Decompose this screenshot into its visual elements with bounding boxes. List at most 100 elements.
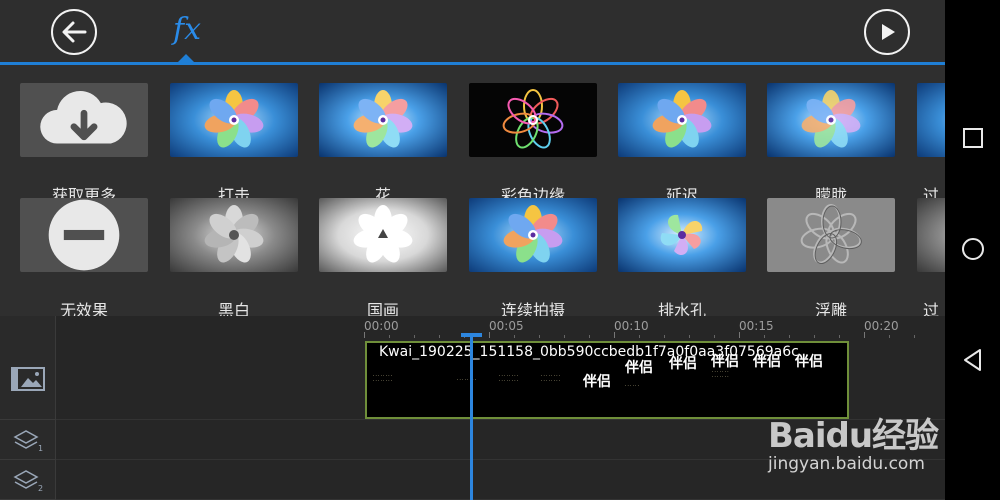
pinwheel-thumbnail [469,198,597,272]
layer-number: 1 [38,444,43,452]
baidu-watermark: Baidu经验 jingyan.baidu.com [768,398,948,488]
ruler-label: 00:10 [614,319,649,333]
no-entry-icon [48,199,120,271]
ruler-label: 00:00 [364,319,399,333]
effect-label: 排水孔 [657,301,706,316]
layer-track-2-header[interactable]: 2 [0,460,56,500]
ruler-tick [489,332,490,338]
ruler-tick [864,332,865,338]
clip-frame-caption: · · · · · · · · [457,377,477,382]
arrow-left-icon [62,21,87,43]
ruler-minor-tick [789,335,790,338]
effect-thumbnail [618,198,746,272]
effect-label: 黑白 [217,301,250,316]
recent-apps-icon [962,128,983,148]
pinwheel-neon-thumbnail [469,83,597,157]
effect-label: 连续拍摄 [500,301,565,316]
ruler-label: 00:05 [489,319,524,333]
home-icon [961,238,984,260]
ruler-label: 00:20 [864,319,899,333]
ruler-tick [614,332,615,338]
effect-thumbnail [319,83,447,157]
ruler-minor-tick [714,335,715,338]
ruler-tick [739,332,740,338]
pinwheel-swirl-thumbnail [618,198,746,272]
ruler-minor-tick [589,335,590,338]
clip-frame-caption: · · · · · · · · · · · · · · · · [499,373,519,383]
effect-label: 过 [922,301,939,316]
layer-2-icon: 2 [13,469,43,492]
system-nav-bar [945,0,1000,500]
recent-apps-button[interactable] [945,118,1000,158]
video-track-icon [11,367,45,391]
video-track-header[interactable] [0,339,56,420]
clip-frame-text: 伴侣 [583,374,611,390]
back-triangle-icon [963,349,981,371]
ruler-tick [364,332,365,338]
pinwheel-gray-thumbnail [917,198,945,272]
ruler-minor-tick [689,335,690,338]
effect-thumbnail [170,83,298,157]
effect-label: 国画 [366,301,399,316]
effect-thumbnail [20,198,148,272]
effect-thumbnail [767,198,895,272]
nav-back-button[interactable] [945,340,1000,380]
pinwheel-thumbnail [170,83,298,157]
ruler-label: 00:15 [739,319,774,333]
pinwheel-white-thumbnail [319,198,447,272]
ruler-minor-tick [764,335,765,338]
watermark-brand: Baidu经验 [768,416,939,456]
ruler-minor-tick [539,335,540,338]
ruler-minor-tick [514,335,515,338]
effect-thumbnail [319,198,447,272]
ruler-minor-tick [389,335,390,338]
playhead[interactable] [470,333,473,500]
clip-frame-text: 伴侣 [711,354,739,370]
pinwheel-thumbnail [618,83,746,157]
effect-thumbnail [767,83,895,157]
pinwheel-thumbnail [917,83,945,157]
ruler-minor-tick [414,335,415,338]
effect-thumbnail [20,83,148,157]
cloud-download-icon [40,90,127,144]
pinwheel-thumbnail [767,83,895,157]
effect-thumbnail [917,198,945,272]
ruler-minor-tick [664,335,665,338]
layer-track-1-header[interactable]: 1 [0,420,56,460]
effect-thumbnail [917,83,945,157]
ruler-minor-tick [564,335,565,338]
effect-thumbnail [170,198,298,272]
clip-frame-text: 伴侣 [795,354,823,370]
pinwheel-thumbnail [319,83,447,157]
layer-1-icon: 1 [13,429,43,452]
clip-frame-text: 伴侣 [669,356,697,372]
play-button[interactable] [864,9,910,55]
home-button[interactable] [945,229,1000,269]
effect-label: 无效果 [59,301,108,316]
clip-frame-caption: · · · · · · [625,383,639,388]
effect-thumbnail [469,83,597,157]
ruler-minor-tick [914,335,915,338]
clip-frame-caption: · · · · · · · · · · · · · · · · [541,373,561,383]
effect-thumbnail [618,83,746,157]
effect-thumbnail [469,198,597,272]
ruler-minor-tick [839,335,840,338]
back-button[interactable] [51,9,97,55]
play-icon [882,24,895,40]
top-toolbar: fx [0,0,945,65]
clip-frame-text: 伴侣 [625,360,653,376]
ruler-minor-tick [889,335,890,338]
ruler-minor-tick [639,335,640,338]
ruler-minor-tick [439,335,440,338]
pinwheel-emboss-thumbnail [767,198,895,272]
time-ruler[interactable]: 00:00 00:05 00:10 00:15 00:20 [364,316,945,338]
watermark-url: jingyan.baidu.com [768,454,925,474]
effects-panel: 获取更多 打击 花 彩色边缘 延迟 朦胧 过 无效果 黑白 国画 连续拍摄 排水… [0,65,945,316]
clip-frame-caption: · · · · · · · · · · · · · · · · [373,373,393,383]
layer-number: 2 [38,484,43,492]
app-window: fx 获取更多 打击 花 彩色边缘 延迟 朦胧 过 无效果 黑白 国画 连续拍摄… [0,0,1000,500]
track-header-column: 1 2 [0,316,56,500]
pinwheel-gray-thumbnail [170,198,298,272]
clip-frame-caption: · · · · · · · · · · · · · · [712,369,729,379]
tab-fx[interactable]: fx [166,10,208,50]
